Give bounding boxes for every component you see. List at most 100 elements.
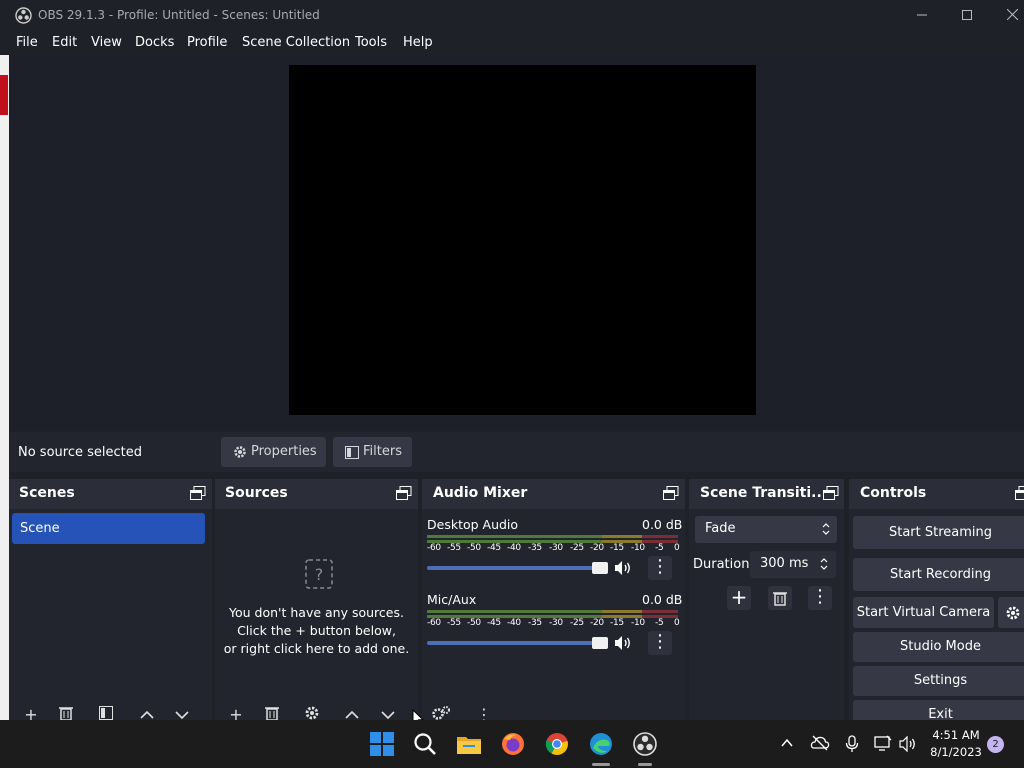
meter-red bbox=[642, 535, 678, 538]
scale-tick: -30 bbox=[549, 618, 563, 628]
controls-dock: Controls Start Streaming Start Recording… bbox=[849, 479, 1024, 730]
more-vertical-icon: ⋮ bbox=[651, 631, 669, 652]
close-button[interactable] bbox=[990, 0, 1024, 31]
chevron-up-icon bbox=[140, 710, 154, 719]
virtual-camera-settings-button[interactable] bbox=[998, 597, 1024, 628]
window-title: OBS 29.1.3 - Profile: Untitled - Scenes:… bbox=[38, 8, 320, 22]
more-vertical-icon: ⋮ bbox=[651, 556, 669, 577]
network-icon[interactable] bbox=[874, 735, 892, 752]
scale-tick: -60 bbox=[427, 618, 441, 628]
menu-docks[interactable]: Docks bbox=[135, 35, 174, 50]
clock-date[interactable]: 8/1/2023 bbox=[925, 745, 987, 759]
scale-tick: -55 bbox=[447, 618, 461, 628]
cloud-offline-icon[interactable] bbox=[810, 734, 830, 752]
chevron-down-icon bbox=[381, 711, 395, 720]
sources-empty-message[interactable]: You don't have any sources. Click the + … bbox=[215, 604, 418, 658]
plus-icon: + bbox=[730, 585, 748, 609]
volume-slider[interactable] bbox=[427, 641, 607, 645]
preview-canvas[interactable] bbox=[289, 65, 756, 415]
title-bar: OBS 29.1.3 - Profile: Untitled - Scenes:… bbox=[0, 0, 1024, 31]
background-window-edge bbox=[0, 55, 9, 720]
add-transition-button[interactable]: + bbox=[727, 586, 751, 610]
obs-icon[interactable] bbox=[631, 730, 659, 758]
channel-menu-button[interactable]: ⋮ bbox=[648, 631, 672, 655]
studio-mode-button[interactable]: Studio Mode bbox=[853, 632, 1024, 662]
maximize-button[interactable] bbox=[945, 0, 989, 31]
chevron-up-icon bbox=[345, 710, 359, 719]
transition-menu-button[interactable]: ⋮ bbox=[808, 586, 832, 610]
menu-file[interactable]: File bbox=[16, 35, 38, 50]
sources-title: Sources bbox=[225, 485, 288, 501]
taskbar: 4:51 AM 8/1/2023 2 bbox=[0, 720, 1024, 768]
search-icon[interactable] bbox=[411, 730, 439, 758]
properties-button[interactable]: Properties bbox=[221, 437, 326, 467]
undock-button[interactable] bbox=[396, 486, 412, 500]
volume-icon[interactable] bbox=[899, 736, 917, 752]
microphone-icon[interactable] bbox=[845, 735, 859, 753]
chrome-icon[interactable] bbox=[543, 730, 571, 758]
undock-button[interactable] bbox=[190, 486, 206, 500]
minimize-button[interactable] bbox=[900, 0, 944, 31]
meter-yellow bbox=[602, 535, 642, 538]
menu-edit[interactable]: Edit bbox=[52, 35, 77, 50]
meter-green bbox=[427, 610, 602, 613]
scene-list-item[interactable]: Scene bbox=[12, 513, 205, 544]
scene-transitions-dock: Scene Transiti... Fade Duration 300 ms +… bbox=[689, 479, 844, 720]
notification-badge[interactable]: 2 bbox=[987, 736, 1004, 753]
background-window-accent bbox=[0, 75, 8, 115]
clock-time[interactable]: 4:51 AM bbox=[925, 728, 987, 742]
speaker-icon[interactable] bbox=[614, 635, 632, 651]
remove-transition-button[interactable] bbox=[768, 586, 792, 610]
channel-level: 0.0 dB bbox=[642, 517, 683, 532]
volume-slider[interactable] bbox=[427, 566, 607, 570]
menu-view[interactable]: View bbox=[91, 35, 122, 50]
menu-bar: File Edit View Docks Profile Scene Colle… bbox=[0, 31, 1024, 55]
undock-icon bbox=[190, 486, 206, 500]
filters-button[interactable]: Filters bbox=[333, 437, 412, 467]
firefox-icon[interactable] bbox=[499, 730, 527, 758]
undock-button[interactable] bbox=[663, 486, 679, 500]
menu-profile[interactable]: Profile bbox=[187, 35, 227, 50]
volume-slider-handle[interactable] bbox=[592, 637, 608, 649]
gear-icon bbox=[305, 706, 319, 720]
meter-yellow bbox=[602, 610, 642, 613]
audio-mixer-dock: Audio Mixer Desktop Audio 0.0 dB -60 -55… bbox=[422, 479, 685, 724]
edge-icon[interactable] bbox=[587, 730, 615, 758]
controls-title: Controls bbox=[860, 485, 927, 501]
settings-button[interactable]: Settings bbox=[853, 666, 1024, 696]
controls-dock-header: Controls bbox=[849, 479, 1024, 509]
transition-select[interactable]: Fade bbox=[695, 516, 837, 543]
scale-tick: -40 bbox=[507, 618, 521, 628]
menu-tools[interactable]: Tools bbox=[355, 35, 387, 50]
undock-button[interactable] bbox=[823, 486, 839, 500]
filter-icon bbox=[99, 706, 113, 720]
undock-icon bbox=[663, 486, 679, 500]
obs-logo-icon bbox=[15, 7, 32, 24]
empty-line-1: You don't have any sources. bbox=[229, 605, 404, 620]
obs-running-indicator bbox=[638, 763, 652, 766]
start-virtual-camera-button[interactable]: Start Virtual Camera bbox=[853, 597, 994, 628]
properties-label: Properties bbox=[251, 444, 317, 459]
audio-mixer-title: Audio Mixer bbox=[433, 485, 528, 501]
windows-start-icon[interactable] bbox=[368, 730, 396, 758]
scene-item-label: Scene bbox=[20, 521, 60, 536]
filter-icon bbox=[345, 446, 359, 459]
channel-menu-button[interactable]: ⋮ bbox=[648, 556, 672, 580]
chevron-up-icon[interactable] bbox=[781, 738, 793, 748]
volume-slider-handle[interactable] bbox=[592, 562, 608, 574]
menu-scene-collection[interactable]: Scene Collection bbox=[242, 35, 350, 50]
duration-spinbox[interactable]: 300 ms bbox=[750, 551, 836, 578]
svg-text:?: ? bbox=[315, 565, 324, 584]
menu-help[interactable]: Help bbox=[403, 35, 433, 50]
undock-icon bbox=[1015, 486, 1024, 500]
scale-tick: -45 bbox=[487, 618, 501, 628]
start-recording-button[interactable]: Start Recording bbox=[853, 558, 1024, 591]
meter-green bbox=[427, 535, 602, 538]
scenes-dock: Scenes Scene + bbox=[9, 479, 212, 724]
file-explorer-icon[interactable] bbox=[455, 730, 483, 758]
scale-tick: -30 bbox=[549, 543, 563, 553]
start-streaming-button[interactable]: Start Streaming bbox=[853, 516, 1024, 549]
undock-button[interactable] bbox=[1015, 486, 1024, 500]
speaker-icon[interactable] bbox=[614, 560, 632, 576]
duration-label: Duration bbox=[693, 557, 750, 572]
